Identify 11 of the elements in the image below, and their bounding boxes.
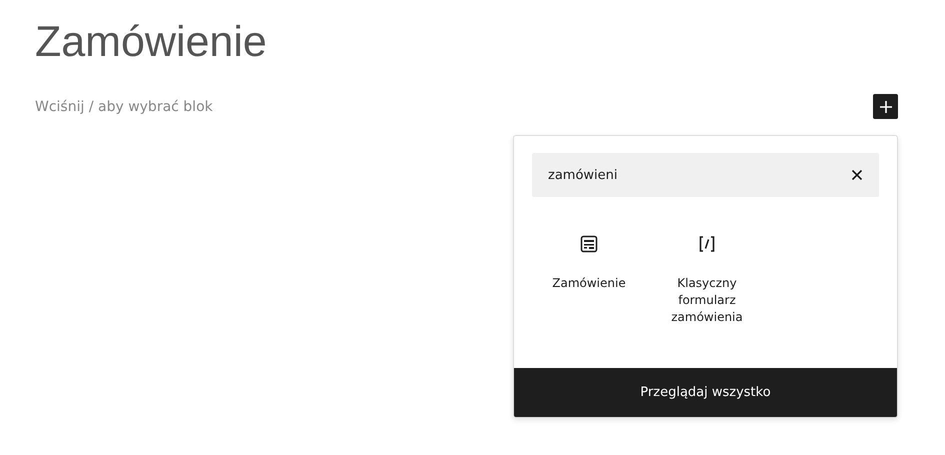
block-option[interactable]: Zamówienie — [530, 235, 648, 342]
block-option[interactable]: Klasyczny formularz zamówienia — [648, 235, 766, 342]
form-icon — [580, 235, 598, 253]
search-field[interactable]: zamówieni — [532, 153, 879, 197]
block-placeholder[interactable]: Wciśnij / aby wybrać blok — [35, 98, 213, 114]
page-title[interactable]: Zamówienie — [35, 14, 898, 70]
shortcode-icon — [698, 235, 716, 253]
browse-all-button[interactable]: Przeglądaj wszystko — [514, 368, 897, 417]
add-block-button[interactable] — [873, 94, 898, 119]
close-icon[interactable] — [851, 169, 863, 181]
plus-icon — [878, 100, 892, 114]
